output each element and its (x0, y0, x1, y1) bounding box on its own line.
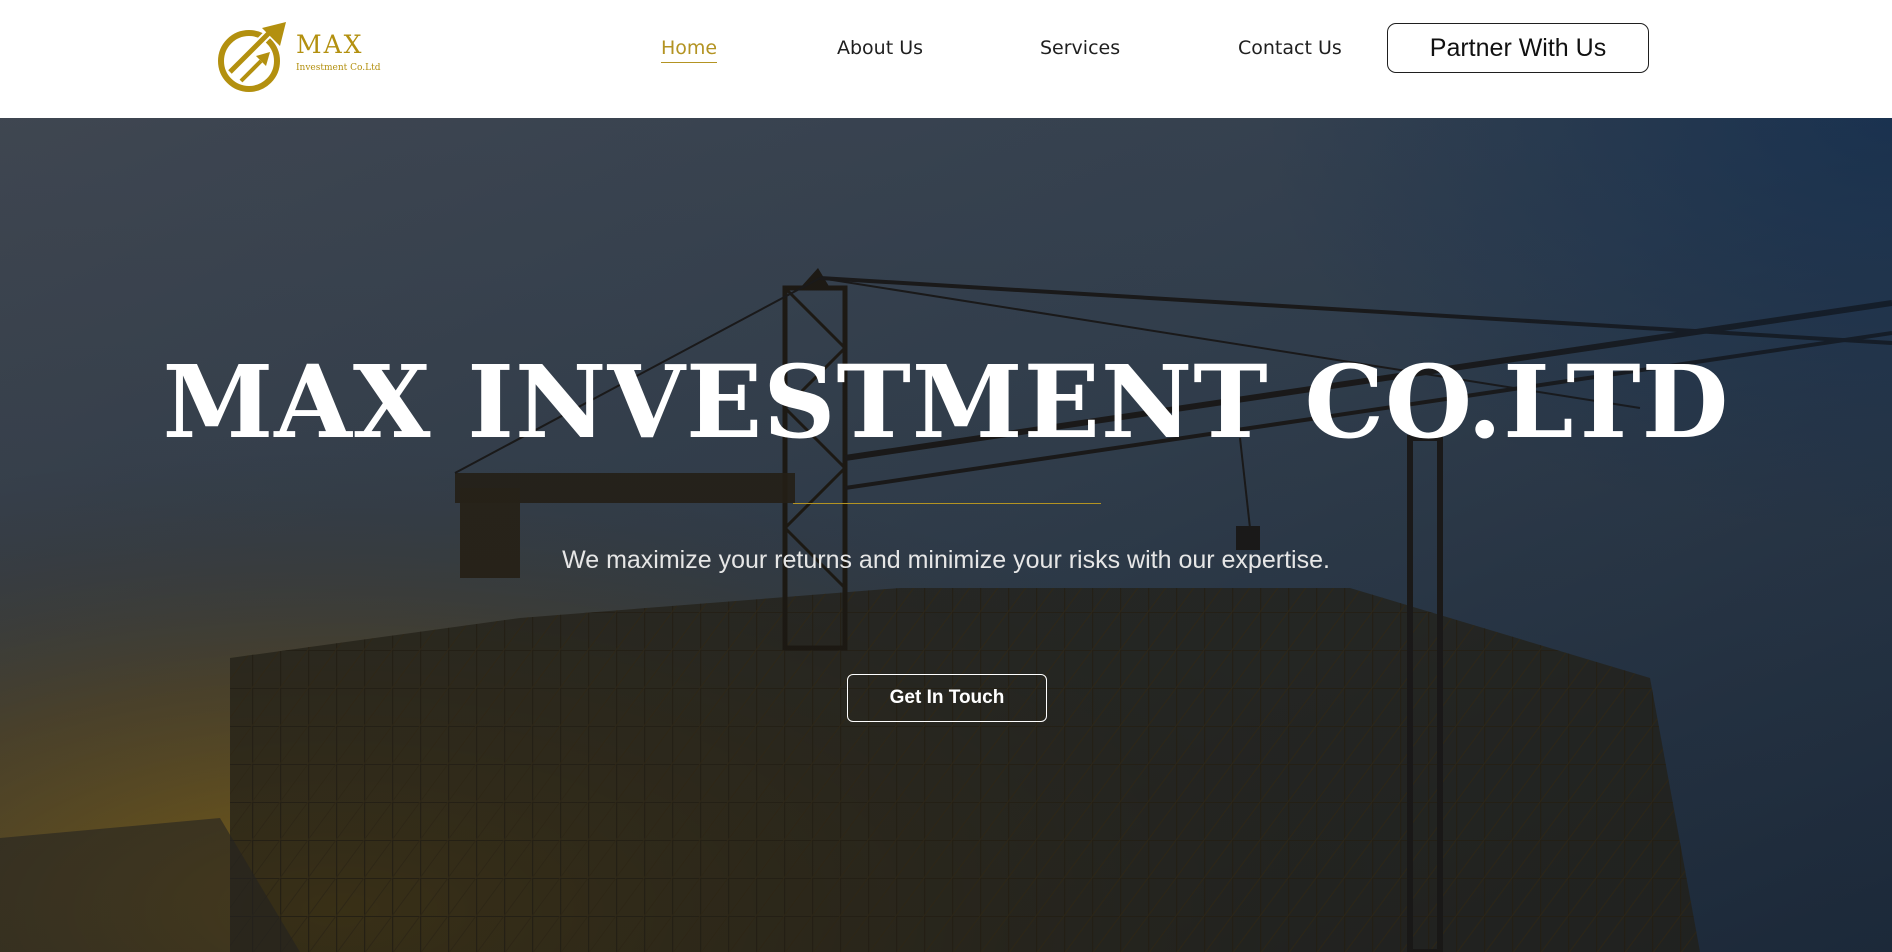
hero-divider (793, 503, 1101, 504)
nav-contact-us[interactable]: Contact Us (1238, 34, 1342, 62)
site-logo[interactable]: MAX Investment Co.Ltd (216, 20, 381, 94)
hero-title: MAX INVESTMENT CO.LTD (162, 343, 1730, 461)
site-header: MAX Investment Co.Ltd Home About Us Serv… (0, 0, 1892, 118)
rising-arrows-logo-icon (218, 22, 286, 92)
hero-subtitle: We maximize your returns and minimize yo… (562, 546, 1330, 574)
partner-with-us-button[interactable]: Partner With Us (1387, 23, 1649, 73)
nav-about-us[interactable]: About Us (837, 34, 923, 62)
nav-home[interactable]: Home (661, 34, 718, 63)
logo-tagline: Investment Co.Ltd (296, 63, 381, 73)
hero-overlay (0, 118, 1892, 952)
hero-section: MAX INVESTMENT CO.LTD We maximize your r… (0, 118, 1892, 952)
nav-services[interactable]: Services (1040, 34, 1120, 62)
logo-wordmark: MAX (296, 30, 364, 59)
get-in-touch-button[interactable]: Get In Touch (847, 674, 1047, 722)
